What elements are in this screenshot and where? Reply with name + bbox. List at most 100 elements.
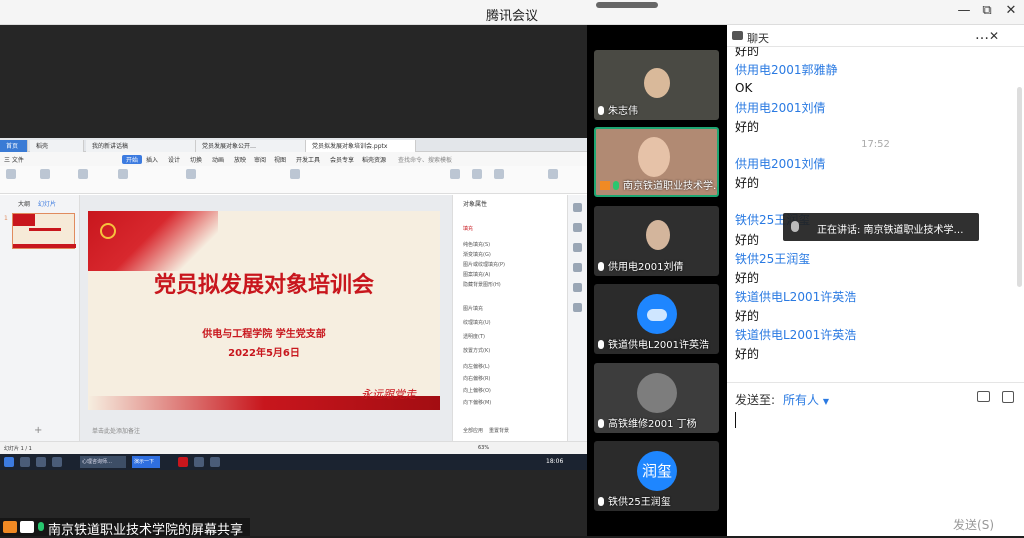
add-slide-icon: + (34, 425, 43, 436)
wps-tab-doc2: 党员发展对象公开… (196, 140, 306, 152)
close-chat-button[interactable]: ✕ (989, 29, 999, 43)
restore-button[interactable]: ⧉ (975, 3, 999, 18)
thumb-number: 1 (4, 215, 8, 222)
wps-tab-docer: 稻壳 (30, 140, 84, 152)
wps-menu-review: 审阅 (254, 157, 267, 164)
fill-option-pattern: 图案填充(A) (463, 272, 491, 278)
slides-tab: 幻灯片 (38, 201, 57, 208)
video-tile[interactable]: 铁道供电L2001许英浩 (594, 284, 719, 354)
video-gallery: 朱志伟 南京铁道职业技术学… 供用电2001刘倩 铁道供电L2001许英浩 高铁… (587, 25, 727, 536)
task-view-icon (36, 457, 46, 467)
calligraphy-signature: 永远跟党走 (361, 388, 416, 401)
participant-video (644, 68, 670, 98)
props-row-texture: 纹理填充(U) (463, 320, 491, 326)
video-tile-active-speaker[interactable]: 南京铁道职业技术学… (594, 127, 719, 197)
chat-title: 聊天 (747, 32, 769, 45)
layout-icon (118, 169, 128, 179)
chat-sender: 供用电2001郭雅静 (735, 63, 838, 77)
close-window-button[interactable]: ✕ (999, 3, 1023, 18)
video-tile[interactable]: 供用电2001刘倩 (594, 206, 719, 276)
slide-thumbnail-pane: 大纲 幻灯片 1 + (0, 195, 80, 441)
slide-date: 2022年5月6日 (228, 348, 300, 359)
current-slide: 党员拟发展对象培训会 供电与工程学院 学生党支部 2022年5月6日 永远跟党走 (88, 211, 440, 410)
more-options-button[interactable]: … (975, 27, 989, 43)
fill-option-picture: 图片或纹理填充(P) (463, 262, 505, 268)
mic-icon (598, 497, 604, 506)
taskbar-window-1: 心理咨询师… (80, 456, 126, 468)
outline-tab: 大纲 (18, 201, 31, 208)
chat-scrollbar[interactable] (1017, 87, 1022, 287)
minimize-button[interactable]: — (952, 3, 976, 18)
fill-option-hide-bg: 隐藏背景图形(H) (463, 282, 501, 288)
taskbar-window-2: 演示一下 (132, 456, 160, 468)
participant-avatar (637, 294, 677, 334)
tool-icon-2 (573, 223, 582, 232)
screenshot-icon[interactable] (1002, 391, 1014, 403)
paragraph-icon (290, 169, 300, 179)
wps-menu-docer: 稻壳资源 (362, 157, 387, 164)
chat-header: 聊天 … ✕ (727, 25, 1024, 47)
windows-taskbar: 心理咨询师… 演示一下 18:06 (0, 454, 587, 470)
slide-canvas-area: 党员拟发展对象培训会 供电与工程学院 学生党支部 2022年5月6日 永远跟党走… (80, 195, 452, 441)
wps-menu-devtools: 开发工具 (296, 157, 321, 164)
tool-icon-4 (573, 263, 582, 272)
format-painter-icon (40, 169, 50, 179)
video-tile[interactable]: 高铁维修2001 丁杨 (594, 363, 719, 433)
participant-video (638, 137, 670, 177)
paste-icon (6, 169, 16, 179)
wps-menu-start: 开始 (122, 155, 143, 164)
wps-tab-bar: 首页 稻壳 我的新讲话稿 党员发展对象公开… 党员拟发展对象培训会.pptx (0, 138, 587, 152)
window-title: 腾讯会议 (485, 9, 538, 24)
chat-message-text: 好的 (735, 47, 760, 58)
notes-hint: 单击此处添加备注 (92, 428, 141, 435)
wps-menu-animation: 动画 (212, 157, 225, 164)
tool-icon-6 (573, 303, 582, 312)
participant-name: 高铁维修2001 丁杨 (608, 419, 697, 430)
props-row-picture-fill: 图片填充 (463, 306, 484, 312)
video-tile[interactable]: 朱志伟 (594, 50, 719, 120)
wps-menu-view: 视图 (274, 157, 287, 164)
chat-message-text: 好的 (735, 233, 760, 247)
screen-share-icon (20, 521, 34, 533)
object-properties-pane: 对象属性 填充 纯色填充(S) 渐变填充(G) 图片或纹理填充(P) 图案填充(… (452, 195, 567, 441)
chat-sender: 供用电2001刘倩 (735, 101, 826, 115)
wps-menu-slideshow: 放映 (234, 157, 247, 164)
fill-option-gradient: 渐变填充(G) (463, 252, 491, 258)
props-row-offset-right: 向右偏移(R) (463, 376, 491, 382)
send-button[interactable]: 发送(S) (953, 516, 994, 533)
slide-thumbnail (12, 213, 76, 249)
chat-sender: 铁供25王润玺 (735, 252, 811, 266)
present-tools-icon (548, 169, 558, 179)
send-to-label: 发送至: (735, 393, 776, 407)
props-row-transparency: 透明度(T) (463, 334, 485, 340)
participant-name: 铁道供电L2001许英浩 (608, 340, 710, 351)
reset-bg-button: 重置背景 (489, 428, 510, 434)
chat-icon (732, 31, 743, 40)
chat-panel: 聊天 … ✕ 好的 供用电2001郭雅静 OK 供用电2001刘倩 好的 17:… (727, 25, 1024, 536)
wps-menu-design: 设计 (168, 157, 181, 164)
search-icon (20, 457, 30, 467)
title-bar: 腾讯会议 — ⧉ ✕ (0, 0, 1024, 25)
chat-input[interactable]: 发送(S) (727, 412, 1024, 536)
props-title: 对象属性 (463, 201, 488, 208)
wps-menu-bar: 三 文件 开始 插入 设计 切换 动画 放映 审阅 视图 开发工具 会员专享 稻… (0, 152, 587, 166)
mic-on-icon (613, 181, 619, 190)
recipient-select[interactable]: 所有人 ▼ (783, 391, 829, 408)
shared-screen-stage: 首页 稻壳 我的新讲话稿 党员发展对象公开… 党员拟发展对象培训会.pptx 三… (0, 25, 587, 536)
participant-video (646, 220, 670, 250)
chat-sender: 供用电2001刘倩 (735, 157, 826, 171)
participant-name: 南京铁道职业技术学… (623, 181, 719, 192)
wps-right-toolbar (567, 195, 587, 441)
windows-start-icon (4, 457, 14, 467)
speaking-indicator: 正在讲话: 南京铁道职业技术学… (783, 213, 979, 241)
textbox-icon (450, 169, 460, 179)
tool-icon-5 (573, 283, 582, 292)
video-tile[interactable]: 润玺 铁供25王润玺 (594, 441, 719, 511)
wps-status-bar: 幻灯片 1 / 1 63% (0, 441, 587, 454)
zoom-level: 63% (478, 445, 490, 451)
party-flag-graphic (88, 211, 218, 271)
wps-tab-doc1: 我的新讲话稿 (86, 140, 196, 152)
folder-icon[interactable] (977, 391, 990, 402)
app-icon (210, 457, 220, 467)
chevron-down-icon: ▼ (822, 397, 829, 406)
